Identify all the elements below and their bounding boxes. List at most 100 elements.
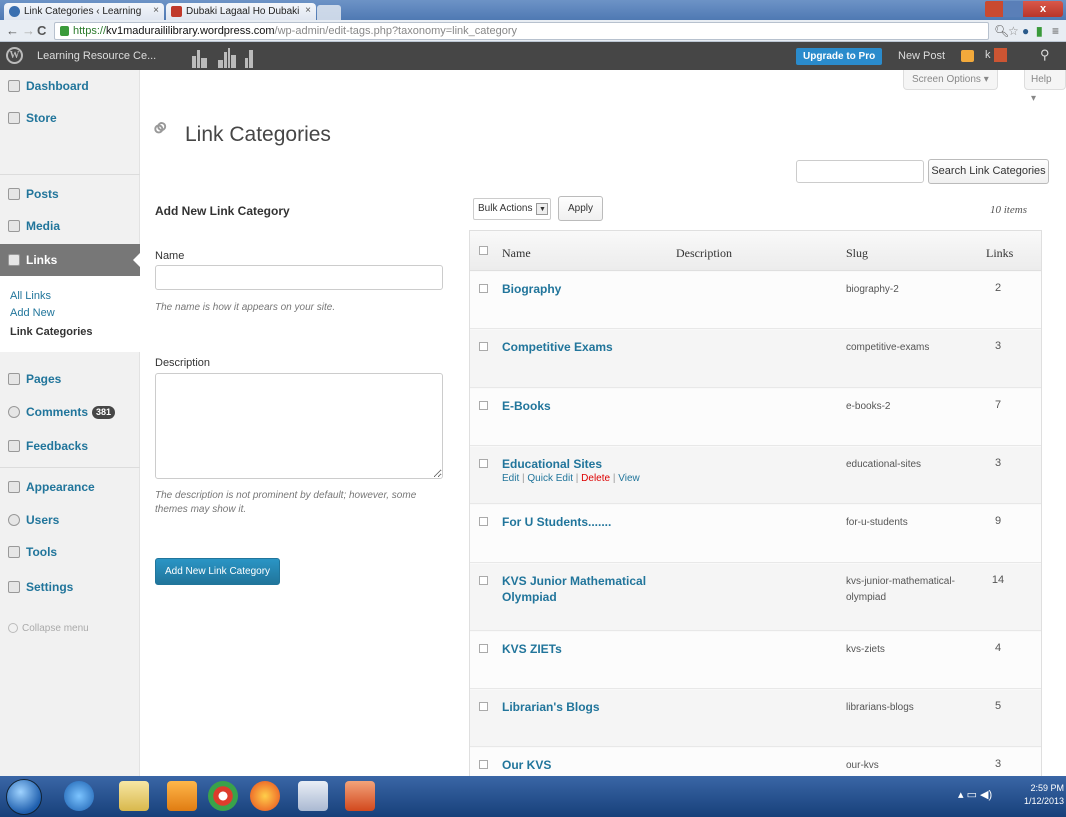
browser-tab-link-categories[interactable]: Link Categories ‹ Learning × <box>4 3 164 20</box>
row-checkbox[interactable] <box>479 576 488 585</box>
internet-explorer-icon[interactable] <box>64 781 94 811</box>
upgrade-to-pro-button[interactable]: Upgrade to Pro <box>796 48 883 65</box>
system-tray-icons[interactable]: ▴ ▭ ◀) <box>958 788 992 801</box>
category-links-count[interactable]: 5 <box>983 700 1013 712</box>
tab-close-icon[interactable]: × <box>153 5 159 16</box>
back-arrow-icon[interactable]: ← <box>6 23 19 38</box>
quick-edit-link[interactable]: Quick Edit <box>527 473 573 484</box>
row-checkbox[interactable] <box>479 459 488 468</box>
collapse-menu-button[interactable]: Collapse menu <box>8 623 89 634</box>
media-player-icon[interactable] <box>167 781 197 811</box>
row-checkbox[interactable] <box>479 284 488 293</box>
row-checkbox[interactable] <box>479 702 488 711</box>
powerpoint-icon[interactable] <box>345 781 375 811</box>
signal-extension-icon[interactable]: ▮ <box>1036 24 1043 38</box>
category-links-count[interactable]: 14 <box>983 574 1013 586</box>
minimize-button[interactable] <box>985 1 1003 17</box>
skyline-icon <box>192 48 253 68</box>
category-name-link[interactable]: KVS Junior Mathematical Olympiad <box>502 573 646 605</box>
bulk-actions-select[interactable]: Bulk Actions ▼ <box>473 198 552 220</box>
wordpress-logo-icon[interactable]: W <box>6 47 23 64</box>
column-links[interactable]: Links <box>986 246 1013 261</box>
new-tab-button[interactable] <box>317 5 341 20</box>
forward-arrow-icon[interactable]: → <box>22 23 35 38</box>
start-button[interactable] <box>6 779 42 815</box>
zoom-icon[interactable]: 🔍︎ <box>994 24 1009 38</box>
menu-item-dashboard[interactable]: Dashboard <box>0 70 140 102</box>
site-name-link[interactable]: Learning Resource Ce... <box>37 50 156 62</box>
close-window-button[interactable]: x <box>1023 1 1063 17</box>
category-name-link[interactable]: Librarian's Blogs <box>502 699 600 715</box>
user-menu[interactable]: k <box>985 48 1007 62</box>
category-links-count[interactable]: 9 <box>983 515 1013 527</box>
menu-item-users[interactable]: Users <box>0 504 140 536</box>
submenu-add-new[interactable]: Add New <box>10 307 55 319</box>
column-name[interactable]: Name <box>502 246 531 261</box>
category-name-link[interactable]: Biography <box>502 281 561 297</box>
apply-button[interactable]: Apply <box>558 196 603 221</box>
menu-item-pages[interactable]: Pages <box>0 363 140 395</box>
category-links-count[interactable]: 4 <box>983 642 1013 654</box>
select-all-checkbox[interactable] <box>479 246 488 255</box>
row-checkbox[interactable] <box>479 401 488 410</box>
menu-label: Feedbacks <box>26 439 89 453</box>
menu-item-media[interactable]: Media <box>0 210 140 242</box>
menu-item-comments[interactable]: Comments 381 <box>0 396 140 428</box>
row-checkbox[interactable] <box>479 644 488 653</box>
add-new-link-category-button[interactable]: Add New Link Category <box>155 558 280 585</box>
extension-icon[interactable]: ● <box>1022 24 1029 38</box>
row-checkbox[interactable] <box>479 517 488 526</box>
row-checkbox[interactable] <box>479 342 488 351</box>
menu-item-appearance[interactable]: Appearance <box>0 471 140 503</box>
reload-icon[interactable]: C <box>37 23 46 38</box>
row-checkbox[interactable] <box>479 760 488 769</box>
category-links-count[interactable]: 7 <box>983 399 1013 411</box>
delete-link[interactable]: Delete <box>581 473 610 484</box>
search-link-categories-button[interactable]: Search Link Categories <box>928 159 1049 184</box>
menu-icon[interactable]: ≡ <box>1052 24 1059 38</box>
chrome-icon[interactable] <box>208 781 238 811</box>
screen-options-button[interactable]: Screen Options ▾ <box>903 70 998 90</box>
category-name-link[interactable]: Our KVS <box>502 757 551 773</box>
submenu-link-categories[interactable]: Link Categories <box>10 326 93 338</box>
menu-separator <box>0 174 140 175</box>
menu-item-feedbacks[interactable]: Feedbacks <box>0 430 140 462</box>
firefox-icon[interactable] <box>250 781 280 811</box>
file-explorer-icon[interactable] <box>119 781 149 811</box>
menu-item-links[interactable]: Links <box>0 244 141 276</box>
search-input[interactable] <box>796 160 924 183</box>
slug-line2: olympiad <box>846 592 887 603</box>
menu-item-posts[interactable]: Posts <box>0 178 140 210</box>
column-description[interactable]: Description <box>676 246 732 261</box>
category-name-link[interactable]: KVS ZIETs <box>502 641 562 657</box>
menu-item-settings[interactable]: Settings <box>0 571 140 603</box>
slug-line1: kvs-junior-mathematical- <box>846 576 955 587</box>
bookmark-star-icon[interactable]: ☆ <box>1008 24 1019 38</box>
new-post-link[interactable]: New Post <box>898 50 945 62</box>
edit-link[interactable]: Edit <box>502 473 519 484</box>
maximize-button[interactable] <box>1003 1 1023 17</box>
category-name-link[interactable]: E-Books <box>502 398 551 414</box>
name-input[interactable] <box>155 265 443 290</box>
column-slug[interactable]: Slug <box>846 246 868 261</box>
clock[interactable]: 2:59 PM 1/12/2013 <box>1024 782 1064 808</box>
category-name-link[interactable]: For U Students....... <box>502 514 611 530</box>
category-name-link[interactable]: Competitive Exams <box>502 339 613 355</box>
category-links-count[interactable]: 3 <box>983 758 1013 770</box>
url-input[interactable]: https://kv1maduraililibrary.wordpress.co… <box>54 22 989 40</box>
help-button[interactable]: Help ▾ <box>1024 70 1066 104</box>
menu-item-tools[interactable]: Tools <box>0 536 140 568</box>
browser-tab-video[interactable]: Dubaki Lagaal Ho Dubaki × <box>166 3 316 20</box>
notifications-icon[interactable] <box>961 50 974 62</box>
submenu-all-links[interactable]: All Links <box>10 290 51 302</box>
view-link[interactable]: View <box>618 473 640 484</box>
category-links-count[interactable]: 3 <box>983 457 1013 469</box>
category-name-link[interactable]: Educational Sites <box>502 456 602 472</box>
category-links-count[interactable]: 2 <box>983 282 1013 294</box>
description-textarea[interactable] <box>155 373 443 479</box>
tab-close-icon[interactable]: × <box>305 5 311 16</box>
category-links-count[interactable]: 3 <box>983 340 1013 352</box>
search-icon[interactable]: ⚲ <box>1040 47 1050 63</box>
menu-item-store[interactable]: Store <box>0 102 140 134</box>
notepad-icon[interactable] <box>298 781 328 811</box>
